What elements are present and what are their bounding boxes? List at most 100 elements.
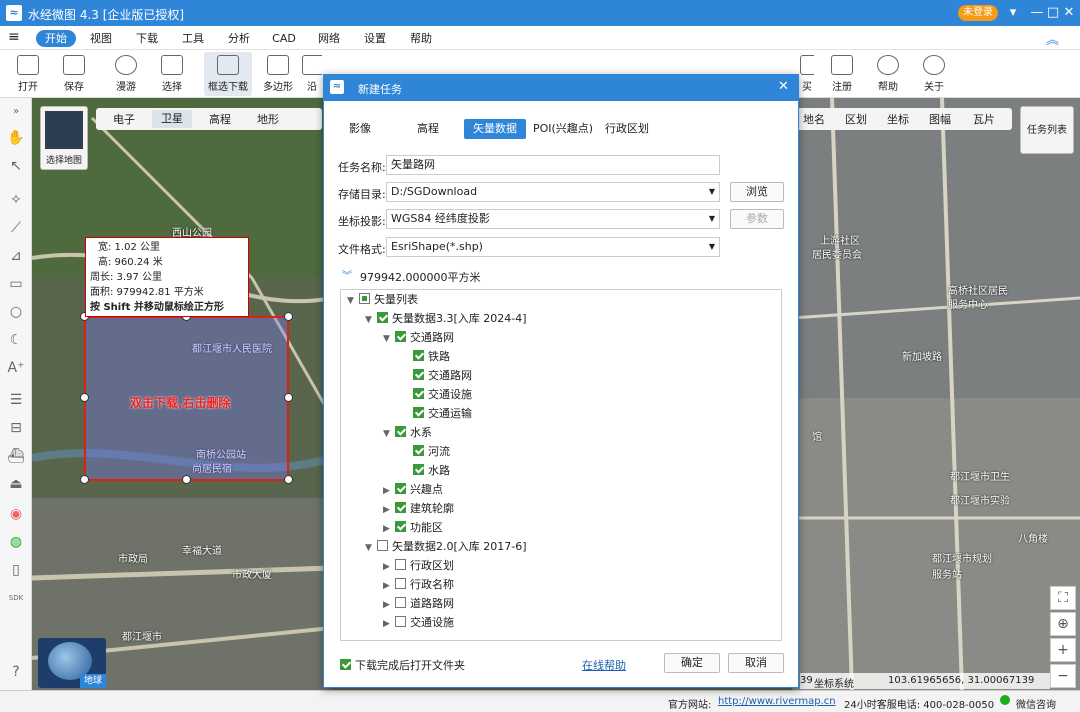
shirt-icon[interactable]: ▾: [1004, 4, 1022, 22]
moon-icon[interactable]: ☾: [6, 330, 26, 350]
maptype-satellite[interactable]: 卫星: [152, 110, 192, 128]
help-circle-icon[interactable]: ?: [6, 662, 26, 682]
zoom-in-icon[interactable]: +: [1050, 638, 1076, 662]
pan-button[interactable]: 漫游: [104, 52, 148, 96]
expand-arrow-icon[interactable]: ▼: [365, 311, 377, 330]
resize-handle[interactable]: [284, 393, 293, 402]
overlay-coordinate[interactable]: 坐标: [882, 111, 914, 127]
along-button[interactable]: 沿: [302, 52, 322, 96]
ok-button[interactable]: 确定: [664, 653, 720, 673]
checkbox-icon[interactable]: [413, 369, 424, 380]
globe-icon[interactable]: ◉: [6, 504, 26, 524]
about-button[interactable]: 关于: [912, 52, 956, 96]
earth-thumbnail[interactable]: 地球: [38, 638, 106, 688]
checkbox-icon[interactable]: [413, 388, 424, 399]
menu-analysis[interactable]: 分析: [226, 30, 252, 47]
crs-select[interactable]: WGS84 经纬度投影 ▼: [386, 209, 720, 229]
checkbox-icon[interactable]: [395, 502, 406, 513]
tab-imagery[interactable]: 影像: [340, 119, 380, 139]
help-button[interactable]: 帮助: [866, 52, 910, 96]
locate-icon[interactable]: ⊕: [1050, 612, 1076, 636]
menu-help[interactable]: 帮助: [408, 30, 434, 47]
tree-node[interactable]: ▼ 矢量列表: [341, 290, 781, 309]
checkbox-icon[interactable]: [413, 464, 424, 475]
resize-handle[interactable]: [284, 475, 293, 484]
maptype-electronic[interactable]: 电子: [104, 111, 144, 127]
task-list-button[interactable]: 任务列表: [1020, 106, 1074, 154]
overlay-sheet[interactable]: 图幅: [924, 111, 956, 127]
overlay-district[interactable]: 区划: [840, 111, 872, 127]
bus-icon[interactable]: ⊟: [6, 418, 26, 438]
tree-node[interactable]: ▶ 道路路网: [341, 594, 781, 613]
checkbox-icon[interactable]: [377, 540, 388, 551]
tree-node[interactable]: 河流: [341, 442, 781, 461]
close-icon[interactable]: ✕: [1060, 4, 1078, 22]
link-icon[interactable]: ◍: [6, 532, 26, 552]
text-icon[interactable]: A⁺: [6, 358, 26, 378]
tree-node[interactable]: 交通设施: [341, 385, 781, 404]
register-button[interactable]: 注册: [820, 52, 864, 96]
task-name-input[interactable]: 矢量路网: [386, 155, 720, 175]
sdk-icon[interactable]: SDK: [6, 588, 26, 608]
resize-handle[interactable]: [80, 393, 89, 402]
expand-arrow-icon[interactable]: ▶: [383, 615, 395, 634]
checkbox-icon[interactable]: [413, 407, 424, 418]
tab-elevation[interactable]: 高程: [408, 119, 448, 139]
fullscreen-icon[interactable]: ⛶: [1050, 586, 1076, 610]
save-button[interactable]: 保存: [52, 52, 96, 96]
select-button[interactable]: 选择: [150, 52, 194, 96]
menu-tools[interactable]: 工具: [180, 30, 206, 47]
boat-icon[interactable]: ⛴: [6, 446, 26, 466]
menu-settings[interactable]: 设置: [362, 30, 388, 47]
collapse-ribbon-icon[interactable]: ︽: [1046, 29, 1059, 48]
cursor-icon[interactable]: ↖: [6, 156, 26, 176]
hamburger-icon[interactable]: ≡: [8, 29, 20, 45]
buy-button[interactable]: 买: [800, 52, 814, 96]
tree-node[interactable]: ▼ 矢量数据2.0[入库 2017-6]: [341, 537, 781, 556]
map-layer-switcher[interactable]: 选择地图: [40, 106, 88, 170]
expand-arrow-icon[interactable]: ▼: [383, 330, 395, 349]
overlay-tile[interactable]: 瓦片: [968, 111, 1000, 127]
checkbox-icon[interactable]: [395, 483, 406, 494]
tree-node[interactable]: ▶ 功能区: [341, 518, 781, 537]
browse-button[interactable]: 浏览: [730, 182, 784, 202]
menu-start[interactable]: 开始: [36, 30, 76, 47]
tree-node[interactable]: 交通路网: [341, 366, 781, 385]
resize-handle[interactable]: [182, 475, 191, 484]
box-download-button[interactable]: 框选下载: [204, 52, 252, 96]
expand-arrow-icon[interactable]: ▼: [365, 539, 377, 558]
tree-node[interactable]: ▶ 建筑轮廓: [341, 499, 781, 518]
tab-division[interactable]: 行政区划: [602, 119, 652, 139]
expand-icon[interactable]: »: [6, 102, 26, 122]
tree-node[interactable]: ▶ 行政名称: [341, 575, 781, 594]
wechat-link[interactable]: 微信咨询: [1016, 696, 1056, 711]
tree-node[interactable]: 水路: [341, 461, 781, 480]
site-link[interactable]: http://www.rivermap.cn: [718, 696, 836, 707]
checkbox-icon[interactable]: [377, 312, 388, 323]
checkbox-icon[interactable]: [359, 293, 370, 304]
expand-arrow-icon[interactable]: ▼: [383, 425, 395, 444]
tab-poi[interactable]: POI(兴趣点): [530, 119, 596, 139]
tree-node[interactable]: ▶ 交通设施: [341, 613, 781, 632]
point-icon[interactable]: ✧: [6, 190, 26, 210]
tree-node[interactable]: 交通运输: [341, 404, 781, 423]
checkbox-icon[interactable]: [395, 578, 406, 589]
cancel-button[interactable]: 取消: [728, 653, 784, 673]
tree-node[interactable]: ▼ 矢量数据3.3[入库 2024-4]: [341, 309, 781, 328]
checkbox-icon[interactable]: [395, 521, 406, 532]
open-folder-checkbox[interactable]: 下载完成后打开文件夹: [340, 657, 465, 673]
online-help-link[interactable]: 在线帮助: [582, 657, 626, 673]
checkbox-icon[interactable]: [395, 616, 406, 627]
selection-rectangle[interactable]: 双击下载,右击删除: [84, 316, 289, 481]
format-select[interactable]: EsriShape(*.shp) ▼: [386, 237, 720, 257]
checkbox-icon[interactable]: [395, 331, 406, 342]
overlay-placename[interactable]: 地名: [798, 111, 830, 127]
area-icon[interactable]: ⊿: [6, 246, 26, 266]
checkbox-icon[interactable]: [395, 597, 406, 608]
resize-handle[interactable]: [80, 475, 89, 484]
tree-node[interactable]: ▶ 兴趣点: [341, 480, 781, 499]
tree-node[interactable]: ▼ 水系: [341, 423, 781, 442]
circle-icon[interactable]: ○: [6, 302, 26, 322]
car-icon[interactable]: ⏏: [6, 474, 26, 494]
open-button[interactable]: 打开: [6, 52, 50, 96]
